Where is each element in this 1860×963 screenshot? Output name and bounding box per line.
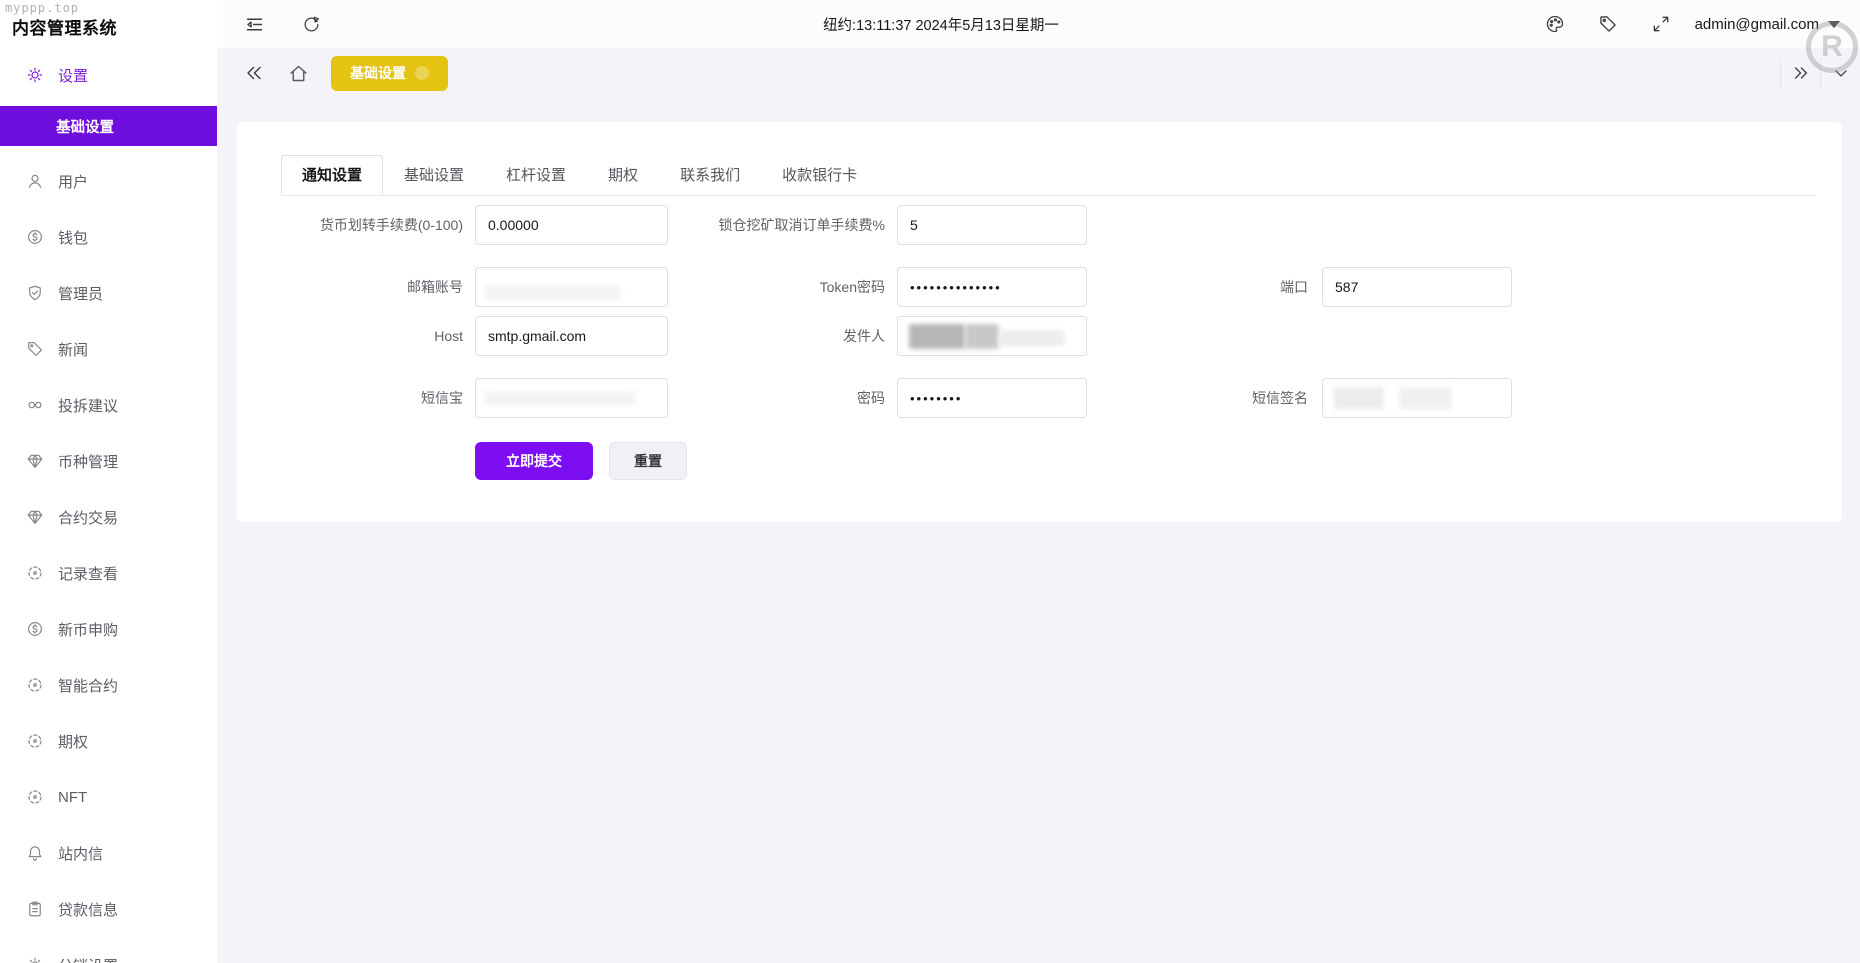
gear-icon: [26, 66, 44, 84]
dashed-circle-icon: [26, 676, 44, 694]
fullscreen-button[interactable]: [1651, 14, 1671, 34]
home-button[interactable]: [288, 63, 309, 84]
theme-button[interactable]: [1545, 14, 1565, 34]
sidebar-item-admins[interactable]: 管理员: [0, 265, 217, 321]
transfer-fee-input[interactable]: [475, 205, 668, 245]
tag-close-icon[interactable]: [415, 66, 429, 80]
sms-signature-label: 短信签名: [1252, 390, 1308, 406]
password-input[interactable]: [897, 378, 1087, 418]
sidebar-item-site-messages[interactable]: 站内信: [0, 825, 217, 881]
tab-contact-us[interactable]: 联系我们: [659, 155, 761, 195]
refresh-button[interactable]: [302, 15, 321, 34]
smsbao-label: 短信宝: [421, 390, 463, 406]
dollar-circle-icon: [26, 228, 44, 246]
sidebar-menu: 设置 基础设置 用户 钱包 管理员 新闻 投拆建议 币种管理 合约交易 记录查看…: [0, 48, 217, 963]
submit-button[interactable]: 立即提交: [475, 442, 593, 480]
dollar-circle-icon: [26, 620, 44, 638]
user-icon: [26, 172, 44, 190]
tagbar: 基础设置: [217, 48, 1860, 98]
sender-input[interactable]: [897, 316, 1087, 356]
bell-icon: [26, 844, 44, 862]
sidebar-item-wallet[interactable]: 钱包: [0, 209, 217, 265]
gear-icon: [26, 956, 44, 963]
email-account-label: 邮箱账号: [407, 279, 463, 295]
sender-label: 发件人: [843, 328, 885, 344]
sidebar-item-contract-trading[interactable]: 合约交易: [0, 489, 217, 545]
collapse-left-icon: [243, 62, 265, 84]
sidebar-item-options[interactable]: 期权: [0, 713, 217, 769]
watermark-site-text: myppp.top: [5, 1, 80, 15]
refresh-icon: [302, 15, 321, 34]
host-label: Host: [434, 328, 463, 344]
tab-leverage-settings[interactable]: 杠杆设置: [485, 155, 587, 195]
sidebar-item-loan-info[interactable]: 贷款信息: [0, 881, 217, 937]
port-label: 端口: [1280, 279, 1308, 295]
settings-card: 通知设置 基础设置 杠杆设置 期权 联系我们 收款银行卡 货币划转手续费(0-1…: [237, 122, 1842, 522]
port-input[interactable]: [1322, 267, 1512, 307]
user-email: admin@gmail.com: [1694, 15, 1819, 33]
sidebar-item-basic-settings[interactable]: 基础设置: [0, 106, 217, 146]
infinity-icon: [26, 396, 44, 414]
gem-icon: [26, 508, 44, 526]
sidebar: 内容管理系统 设置 基础设置 用户 钱包 管理员 新闻 投拆建议 币种管理 合约…: [0, 0, 217, 963]
gem-icon: [26, 452, 44, 470]
sidebar-item-smart-contract[interactable]: 智能合约: [0, 657, 217, 713]
fullscreen-icon: [1651, 14, 1671, 34]
expand-right-icon: [1791, 63, 1811, 83]
sidebar-item-settings[interactable]: 设置: [0, 54, 217, 96]
dashed-circle-icon: [26, 788, 44, 806]
tags-button[interactable]: [1598, 14, 1618, 34]
sidebar-item-nft[interactable]: NFT: [0, 769, 217, 825]
fold-menu-button[interactable]: [244, 14, 265, 35]
lockup-mining-fee-label: 锁仓挖矿取消订单手续费%: [718, 217, 885, 233]
watermark-logo: R: [1806, 21, 1858, 73]
host-input[interactable]: [475, 316, 668, 356]
email-account-input[interactable]: [475, 267, 668, 307]
sidebar-item-coin-management[interactable]: 币种管理: [0, 433, 217, 489]
transfer-fee-label: 货币划转手续费(0-100): [319, 217, 463, 233]
sidebar-item-suggestions[interactable]: 投拆建议: [0, 377, 217, 433]
smsbao-input[interactable]: [475, 378, 668, 418]
topbar: 纽约:13:11:37 2024年5月13日星期一 admin@gmail.co…: [217, 0, 1860, 48]
token-password-label: Token密码: [819, 279, 885, 295]
tab-receiving-bank-card[interactable]: 收款银行卡: [761, 155, 878, 195]
password-label: 密码: [857, 390, 885, 406]
collapse-tags-button[interactable]: [243, 62, 265, 84]
sidebar-item-news[interactable]: 新闻: [0, 321, 217, 377]
token-password-input[interactable]: [897, 267, 1087, 307]
home-icon: [288, 63, 309, 84]
sidebar-item-distribution-settings[interactable]: 分销设置: [0, 937, 217, 963]
price-tag-icon: [26, 340, 44, 358]
shield-check-icon: [26, 284, 44, 302]
lockup-mining-fee-input[interactable]: [897, 205, 1087, 245]
tab-basic-settings[interactable]: 基础设置: [383, 155, 485, 195]
tag-icon: [1598, 14, 1618, 34]
clock-display: 纽约:13:11:37 2024年5月13日星期一: [823, 17, 1059, 34]
route-tag-basic-settings[interactable]: 基础设置: [331, 55, 448, 91]
sms-signature-input[interactable]: [1322, 378, 1512, 418]
sidebar-items: 用户 钱包 管理员 新闻 投拆建议 币种管理 合约交易 记录查看 新币申购 智能…: [0, 153, 217, 963]
dashed-circle-icon: [26, 732, 44, 750]
tab-options[interactable]: 期权: [587, 155, 659, 195]
fold-icon: [244, 14, 265, 35]
sidebar-item-users[interactable]: 用户: [0, 153, 217, 209]
tab-notification-settings[interactable]: 通知设置: [281, 155, 384, 195]
clipboard-icon: [26, 900, 44, 918]
reset-button[interactable]: 重置: [609, 442, 687, 480]
settings-tabs: 通知设置 基础设置 杠杆设置 期权 联系我们 收款银行卡: [281, 155, 1815, 196]
sidebar-item-records[interactable]: 记录查看: [0, 545, 217, 601]
palette-icon: [1545, 14, 1565, 34]
dashed-circle-icon: [26, 564, 44, 582]
sidebar-item-new-coin-purchase[interactable]: 新币申购: [0, 601, 217, 657]
